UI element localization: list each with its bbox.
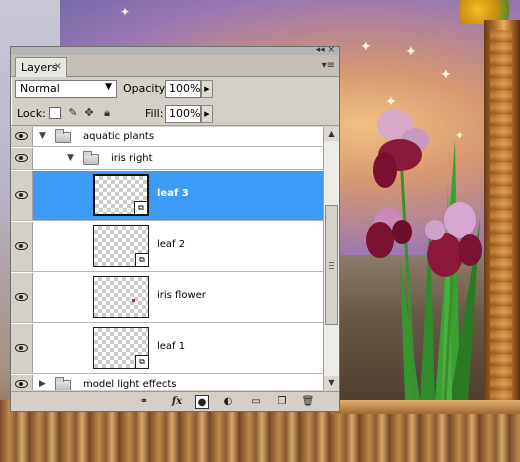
layer-row[interactable]: iris flower [11,273,323,323]
smart-object-icon: ⧉ [135,355,149,369]
folder-icon [55,377,71,390]
grip-icon [329,265,334,266]
visibility-toggle[interactable] [11,148,33,169]
layer-row[interactable]: ⧉ leaf 2 [11,222,323,272]
fill-label: Fill: [145,107,164,120]
eye-icon[interactable] [15,242,28,250]
panel-menu-icon[interactable]: ▾≡ [322,60,335,71]
new-layer-icon[interactable]: ❐ [275,395,289,409]
close-icon[interactable]: × [54,61,62,72]
collapse-triangle-icon[interactable]: ▶ [39,379,46,389]
eye-icon[interactable] [15,132,28,140]
layers-list: ▼ aquatic plants ▼ iris right ⧉ leaf 3 ⧉… [11,127,323,390]
chevron-down-icon: ▼ [105,82,112,92]
layers-bottom-toolbar: ⚭ fx ● ◐ ▭ ❐ 🗑︎ [11,391,339,411]
picture-frame-bottom-edge [330,400,520,414]
lock-row: Lock: ✎ ✥ 🔒︎ Fill: 100% ▶ [11,102,339,126]
opacity-label: Opacity: [123,82,169,95]
picture-frame-ornament [490,30,512,440]
visibility-toggle[interactable] [11,222,33,271]
layer-thumbnail: ⧉ [93,225,149,267]
layer-row-group[interactable]: ▼ aquatic plants [11,127,323,147]
blend-mode-select[interactable]: Normal ▼ [15,80,117,98]
folder-icon [55,129,71,143]
layer-row[interactable]: ⧉ leaf 1 [11,324,323,374]
layer-row-group[interactable]: ▼ iris right [11,148,323,170]
tab-label: Layers [21,61,58,74]
lock-label: Lock: [17,107,46,120]
layer-name: iris right [111,153,153,164]
sparkle-decoration: ✦ [360,39,372,55]
grip-icon [329,268,334,269]
sparkle-decoration: ✦ [120,5,131,19]
scroll-up-icon[interactable]: ▲ [324,127,339,141]
eye-icon[interactable] [15,344,28,352]
link-icon[interactable]: ⚭ [137,395,151,409]
lock-all-icon[interactable]: 🔒︎ [101,107,113,119]
lock-transparency-icon[interactable] [49,107,61,119]
panel-tab-row: Layers × ▾≡ [11,55,339,77]
layer-thumbnail [93,276,149,318]
eye-icon[interactable] [15,191,28,199]
grip-icon [329,262,334,263]
visibility-toggle[interactable] [11,324,33,373]
expand-triangle-icon[interactable]: ▼ [67,153,74,163]
sparkle-decoration: ✦ [405,44,417,60]
trash-icon[interactable]: 🗑︎ [301,395,315,409]
layer-thumbnail: ⧉ [93,327,149,369]
collapse-icon[interactable]: ◂◂ × [316,45,335,55]
opacity-slider-button[interactable]: ▶ [201,80,213,98]
scrollbar-thumb[interactable] [325,205,338,325]
folder-icon[interactable]: ▭ [249,395,263,409]
fill-value: 100% [169,107,201,120]
visibility-toggle[interactable] [11,273,33,322]
layer-name: model light effects [83,379,177,390]
eye-icon[interactable] [15,154,28,162]
expand-triangle-icon[interactable]: ▼ [39,131,46,141]
smart-object-icon: ⧉ [135,253,149,267]
layer-name: aquatic plants [83,131,155,142]
mask-icon[interactable]: ● [195,395,209,409]
fill-slider-button[interactable]: ▶ [201,105,213,123]
blend-mode-value: Normal [20,82,60,95]
layer-name: leaf 2 [157,239,186,250]
layer-thumbnail: ⧉ [93,174,149,216]
layer-row-group[interactable]: ▶ model light effects [11,375,323,390]
layer-name: leaf 1 [157,341,186,352]
lock-position-icon[interactable]: ✥ [83,107,95,119]
visibility-toggle[interactable] [11,375,33,390]
visibility-toggle[interactable] [11,171,33,220]
iris-illustration [366,109,482,400]
adjustment-icon[interactable]: ◐ [221,395,235,409]
eye-icon[interactable] [15,293,28,301]
lock-paint-icon[interactable]: ✎ [67,107,79,119]
tab-layers[interactable]: Layers × [15,57,67,77]
layer-name: leaf 3 [157,188,189,199]
opacity-field[interactable]: 100% [165,80,201,98]
smart-object-icon: ⧉ [134,201,148,215]
opacity-value: 100% [169,82,201,95]
fill-field[interactable]: 100% [165,105,201,123]
visibility-toggle[interactable] [11,127,33,146]
layer-name: iris flower [157,290,206,301]
layer-row-selected[interactable]: ⧉ leaf 3 [11,171,323,221]
blend-row: Normal ▼ Opacity: 100% ▶ [11,77,339,101]
panel-titlebar[interactable]: ◂◂ × [11,45,339,55]
thumbnail-content [132,299,135,302]
layers-scrollbar[interactable]: ▲ ▼ [323,127,339,390]
scroll-down-icon[interactable]: ▼ [324,376,339,390]
eye-icon[interactable] [15,380,28,388]
folder-icon [83,151,99,165]
fx-icon[interactable]: fx [167,395,187,409]
layers-panel: ◂◂ × Layers × ▾≡ Normal ▼ Opacity: 100% … [10,45,340,412]
